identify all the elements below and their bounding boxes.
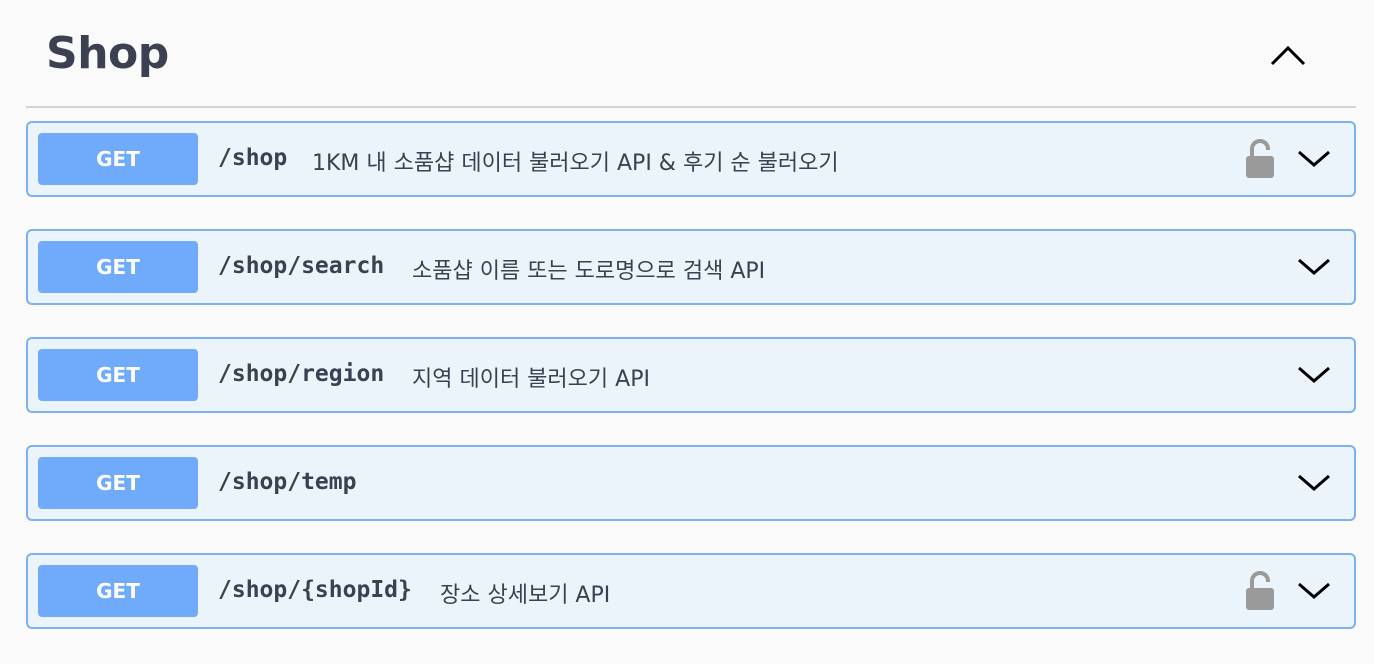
operation-description: 지역 데이터 불러오기 API <box>412 367 650 392</box>
operation-get-shop-search[interactable]: GET /shop/search 소품샵 이름 또는 도로명으로 검색 API <box>26 229 1356 305</box>
unlocked-padlock-icon[interactable] <box>1244 570 1276 612</box>
section-header[interactable]: Shop <box>26 0 1356 108</box>
method-badge: GET <box>38 133 198 185</box>
operation-description: 장소 상세보기 API <box>440 583 611 608</box>
method-badge: GET <box>38 565 198 617</box>
chevron-down-icon[interactable] <box>1296 573 1332 609</box>
chevron-down-icon[interactable] <box>1296 141 1332 177</box>
method-badge: GET <box>38 457 198 509</box>
chevron-down-icon[interactable] <box>1296 357 1332 393</box>
tag-section-shop: Shop GET /shop 1KM 내 소품샵 데이터 불러오기 API & … <box>26 0 1356 629</box>
operation-description: 소품샵 이름 또는 도로명으로 검색 API <box>412 259 766 284</box>
operation-path: /shop/region <box>218 361 385 387</box>
operation-description: 1KM 내 소품샵 데이터 불러오기 API & 후기 순 불러오기 <box>312 151 839 176</box>
operations-list: GET /shop 1KM 내 소품샵 데이터 불러오기 API & 후기 순 … <box>26 121 1356 661</box>
operation-path: /shop <box>218 145 288 171</box>
section-title: Shop <box>46 28 169 79</box>
method-badge: GET <box>38 241 198 293</box>
method-badge: GET <box>38 349 198 401</box>
chevron-up-icon[interactable] <box>1264 34 1312 74</box>
operation-path: /shop/search <box>218 253 385 279</box>
operation-get-shop-region[interactable]: GET /shop/region 지역 데이터 불러오기 API <box>26 337 1356 413</box>
operation-path: /shop/{shopId} <box>218 577 412 603</box>
operation-get-shop-shopid[interactable]: GET /shop/{shopId} 장소 상세보기 API <box>26 553 1356 629</box>
operation-get-shop[interactable]: GET /shop 1KM 내 소품샵 데이터 불러오기 API & 후기 순 … <box>26 121 1356 197</box>
chevron-down-icon[interactable] <box>1296 249 1332 285</box>
chevron-down-icon[interactable] <box>1296 465 1332 501</box>
unlocked-padlock-icon[interactable] <box>1244 138 1276 180</box>
operation-path: /shop/temp <box>218 469 357 495</box>
operation-get-shop-temp[interactable]: GET /shop/temp <box>26 445 1356 521</box>
